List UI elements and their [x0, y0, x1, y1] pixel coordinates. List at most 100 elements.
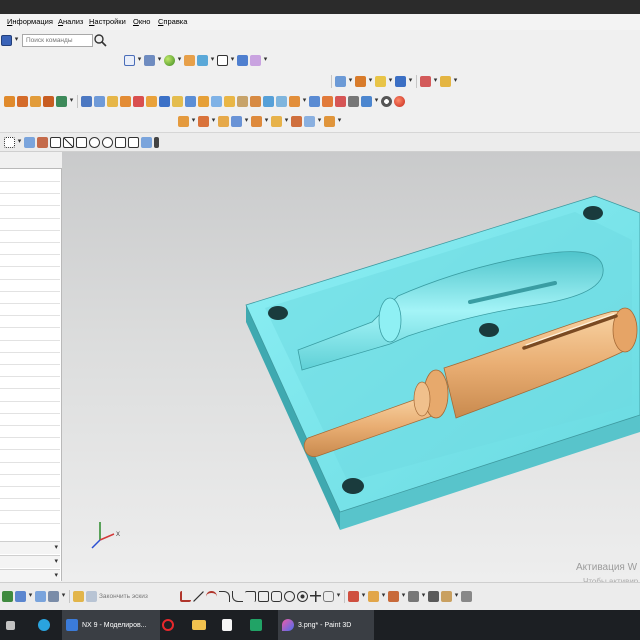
plus-icon[interactable]: [310, 590, 321, 602]
mold-csys-icon[interactable]: [17, 95, 28, 107]
patch-icon[interactable]: [81, 95, 92, 107]
layout-icon[interactable]: [56, 95, 67, 107]
snap-icon[interactable]: [250, 54, 261, 66]
curve-icon[interactable]: [355, 75, 366, 87]
navigator-combo[interactable]: ▾: [0, 555, 60, 568]
ejector-icon[interactable]: [198, 95, 209, 107]
boss-icon[interactable]: [218, 115, 229, 127]
workpiece-icon[interactable]: [43, 95, 54, 107]
finish-flag-icon[interactable]: [2, 590, 13, 602]
layer-icon[interactable]: [197, 54, 208, 66]
chevron-down-icon[interactable]: ▾: [54, 557, 58, 565]
shrinkage-icon[interactable]: [30, 95, 41, 107]
pattern-curve-icon[interactable]: [408, 590, 419, 602]
paint3d-icon[interactable]: [282, 619, 294, 631]
constraint-icon[interactable]: [35, 590, 46, 602]
line-snap-icon[interactable]: [63, 136, 74, 148]
cavity-icon[interactable]: [159, 95, 170, 107]
menu-analysis[interactable]: Анализ: [58, 17, 83, 26]
section-icon[interactable]: [375, 75, 386, 87]
curve-snap-icon[interactable]: [76, 136, 87, 148]
navigator-row[interactable]: [0, 266, 60, 268]
line-icon[interactable]: [193, 590, 204, 602]
dimension-sketch-icon[interactable]: [48, 590, 59, 602]
hole-icon[interactable]: [198, 115, 209, 127]
region-icon[interactable]: [120, 95, 131, 107]
sketch-grid-icon[interactable]: [86, 590, 97, 602]
navigator-combo[interactable]: ▾: [0, 569, 60, 582]
chamfer-sketch-icon[interactable]: [245, 590, 256, 602]
mirror-icon[interactable]: [388, 590, 399, 602]
navigator-combo[interactable]: ▾: [0, 541, 60, 554]
display-frame-icon[interactable]: [217, 54, 228, 66]
chevron-down-icon[interactable]: ▾: [54, 543, 58, 551]
reset-dropdown-icon[interactable]: ▾: [14, 35, 19, 45]
navigator-row[interactable]: [0, 449, 60, 451]
select-rect-icon[interactable]: [4, 136, 15, 148]
taskbar-nx-label[interactable]: NX 9 - Моделиров...: [82, 622, 147, 629]
arc-icon[interactable]: [206, 590, 217, 602]
shell-icon[interactable]: [304, 115, 315, 127]
rectangle-icon[interactable]: [258, 590, 269, 602]
sketch-icon[interactable]: [15, 590, 26, 602]
finish-sketch-label[interactable]: Закончить эскиз: [99, 593, 148, 600]
center-snap-icon[interactable]: [102, 136, 113, 148]
navigator-row[interactable]: [0, 242, 60, 243]
navigator-row[interactable]: [0, 193, 60, 195]
navigator-row[interactable]: [0, 327, 60, 329]
selection-filter-icon[interactable]: [237, 54, 248, 66]
runner-icon[interactable]: [237, 95, 248, 107]
navigator-row[interactable]: [0, 181, 60, 182]
taskbar-paint-label[interactable]: 3.png* - Paint 3D: [298, 622, 351, 629]
replace-icon[interactable]: [335, 95, 346, 107]
navigator-row[interactable]: [0, 217, 60, 219]
navigator-row[interactable]: [0, 522, 60, 524]
render-style-icon[interactable]: [164, 54, 175, 66]
circle-icon[interactable]: [284, 590, 295, 602]
offset-curve-icon[interactable]: [323, 590, 334, 602]
gate-icon[interactable]: [224, 95, 235, 107]
body-filter-icon[interactable]: [24, 136, 35, 148]
menu-info[interactable]: Информация: [7, 17, 53, 26]
tangent-snap-icon[interactable]: [128, 136, 139, 148]
snap-settings-icon[interactable]: [428, 590, 439, 602]
pattern-icon[interactable]: [324, 115, 335, 127]
navigator-row[interactable]: [0, 388, 60, 390]
blend-icon[interactable]: [271, 115, 282, 127]
start-icon[interactable]: [6, 620, 15, 630]
trim-icon[interactable]: [133, 95, 144, 107]
electrode-icon[interactable]: [250, 95, 261, 107]
navigator-row[interactable]: [0, 473, 60, 475]
grid-icon[interactable]: [420, 75, 431, 87]
sync-icon[interactable]: [309, 95, 320, 107]
face-filter-icon[interactable]: [37, 136, 48, 148]
color-icon[interactable]: [394, 95, 405, 107]
navigator-row[interactable]: [0, 229, 60, 231]
measure-icon[interactable]: [335, 75, 346, 87]
navigator-row[interactable]: [0, 351, 60, 353]
menu-help[interactable]: Справка: [158, 17, 187, 26]
reset-icon[interactable]: [1, 34, 12, 46]
auto-dim-icon[interactable]: [461, 590, 472, 602]
mold-tools-icon[interactable]: [361, 95, 372, 107]
trim-curve-icon[interactable]: [348, 590, 359, 602]
navigator-row[interactable]: [0, 278, 60, 280]
rib-icon[interactable]: [231, 115, 242, 127]
chamfer-icon[interactable]: [291, 115, 302, 127]
dimension-icon[interactable]: [440, 75, 451, 87]
cooling-icon[interactable]: [211, 95, 222, 107]
polygon-icon[interactable]: [271, 590, 282, 602]
excel-icon[interactable]: [250, 619, 262, 631]
pocket-icon[interactable]: [263, 95, 274, 107]
menu-settings[interactable]: Настройки: [89, 17, 126, 26]
material-icon[interactable]: [184, 54, 195, 66]
orient-view-icon[interactable]: [144, 54, 155, 66]
filter-snap-icon[interactable]: [141, 136, 152, 148]
constraint-display-icon[interactable]: [441, 590, 452, 602]
mark-icon[interactable]: [154, 136, 159, 148]
navigator-row[interactable]: [0, 425, 60, 426]
navigator-row[interactable]: [0, 376, 60, 378]
navigator-row[interactable]: [0, 498, 60, 500]
navigator-row[interactable]: [0, 303, 60, 304]
navigator-row[interactable]: [0, 510, 60, 512]
